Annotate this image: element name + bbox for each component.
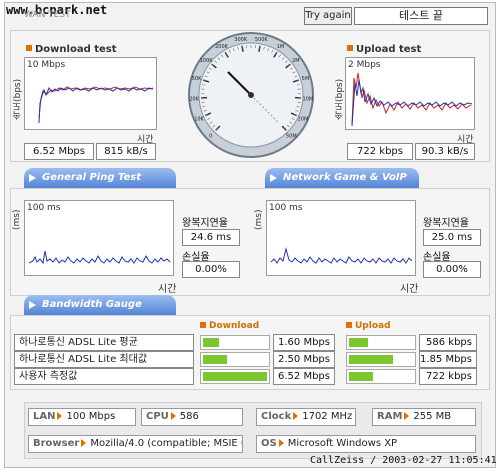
gauge-tick-label: 2M <box>292 58 300 64</box>
ping-right-rtt-value: 25.0 ms <box>423 229 481 246</box>
tab-general-ping[interactable]: General Ping Test <box>24 168 176 188</box>
os-info: OS Microsoft Windows XP <box>256 435 476 453</box>
bandwidth-upload-track <box>346 369 416 384</box>
ping-right-ylabel: (ms) <box>254 209 264 230</box>
ping-left-xlabel: 시간 <box>158 284 177 295</box>
gauge-tick-label: 50M <box>286 133 297 139</box>
ping-right-xlabel: 시간 <box>400 284 419 295</box>
upload-series-blue <box>351 79 473 127</box>
browser-info: Browser Mozilla/4.0 (compatible; MSIE 6.0 <box>28 435 243 453</box>
bandwidth-upload-value: 586 kbps <box>419 334 477 351</box>
bandwidth-upload-bar <box>349 355 393 364</box>
bandwidth-download-bar <box>203 355 227 364</box>
ping-left-series <box>28 250 171 265</box>
gauge-tick-label: 300K <box>234 37 248 43</box>
tab-bandwidth-gauge[interactable]: Bandwidth Gauge <box>24 295 176 315</box>
gauge-tick-label: 50K <box>192 76 202 82</box>
ram-info: RAM 255 MB <box>372 408 476 426</box>
bandwidth-upload-value: 722 kbps <box>419 368 477 385</box>
upload-title: Upload test <box>347 44 421 55</box>
bandwidth-upload-value: 1.85 Mbps <box>419 351 477 368</box>
ping-left-rtt-value: 24.6 ms <box>182 229 240 246</box>
upload-graph: 2 Mbps <box>345 57 475 130</box>
download-title: Download test <box>26 44 117 55</box>
bandwidth-upload-bar <box>349 372 373 381</box>
lan-info: LAN 100 Mbps <box>28 408 136 426</box>
gauge-tick-label: 5M <box>302 76 310 82</box>
download-graph: 10 Mbps <box>24 57 157 130</box>
ping-left-rtt-label: 왕복지연율 <box>182 218 228 229</box>
clock-info: Clock 1702 MHz <box>256 408 356 426</box>
ping-right-loss-value: 0.00% <box>423 261 481 278</box>
bandwidth-upload-track <box>346 352 416 367</box>
ping-left-loss-value: 0.00% <box>182 261 240 278</box>
gauge-tick-label: 10M <box>303 96 314 102</box>
bandwidth-upload-head: Upload <box>346 321 391 331</box>
footer-caption: CallZeiss / 2003-02-27 11:05:41 <box>310 455 497 466</box>
upload-kbps-value: 722 kbps <box>347 143 413 160</box>
bandwidth-upload-bar <box>349 338 368 347</box>
bandwidth-download-value: 6.52 Mbps <box>273 368 335 385</box>
speed-gauge: 0 10K 20K 50K 100K 200K 300K 500K 1M 2M 5M 10M 20M 50… <box>186 30 316 160</box>
gauge-tick-label: 200K <box>215 44 229 50</box>
ping-left-graph: 100 ms <box>24 200 174 276</box>
bandwidth-download-track <box>200 369 270 384</box>
bandwidth-row-label: 사용자 측정값 <box>14 368 194 385</box>
gauge-tick-label: 100K <box>200 58 214 64</box>
gauge-tick-label: 20K <box>189 96 199 102</box>
download-ylabel: 속도(bps) <box>13 78 23 120</box>
gauge-tick-label: 500K <box>255 37 269 43</box>
bandwidth-download-value: 1.60 Mbps <box>273 334 335 351</box>
bandwidth-download-bar <box>203 372 267 381</box>
ping-right-series <box>270 247 413 264</box>
bandwidth-upload-track <box>346 335 416 350</box>
cpu-info: CPU 586 <box>141 408 243 426</box>
bandwidth-row-label: 하나로통신 ADSL Lite 평균 <box>14 334 194 351</box>
bandwidth-download-head: Download <box>200 321 259 331</box>
gauge-tick-label: 0 <box>209 133 212 139</box>
gauge-tick-label: 1M <box>277 44 285 50</box>
ping-right-rtt-label: 왕복지연율 <box>423 218 469 229</box>
bandwidth-download-track <box>200 352 270 367</box>
ping-left-ylabel: (ms) <box>12 209 22 230</box>
ping-right-graph: 100 ms <box>266 200 416 276</box>
try-again-button[interactable]: Try again <box>304 7 352 25</box>
gauge-tick-label: 20M <box>298 116 309 122</box>
tab-network-game-voip[interactable]: Network Game & VoIP Test <box>265 168 419 203</box>
status-text: 테스트 끝 <box>354 7 488 25</box>
bandwidth-download-track <box>200 335 270 350</box>
gauge-tick-label: 10K <box>194 116 204 122</box>
download-kbs-value: 815 kB/s <box>96 143 156 160</box>
tab-wan-test[interactable]: WAN TEST <box>24 10 71 20</box>
download-mbps-value: 6.52 Mbps <box>24 143 94 160</box>
bandwidth-download-bar <box>203 338 219 347</box>
download-series-red <box>38 86 154 119</box>
download-series-blue <box>38 87 154 124</box>
bandwidth-row-label: 하나로통신 ADSL Lite 최대값 <box>14 351 194 368</box>
upload-kbs-value: 90.3 kB/s <box>415 143 475 160</box>
bandwidth-download-value: 2.50 Mbps <box>273 351 335 368</box>
